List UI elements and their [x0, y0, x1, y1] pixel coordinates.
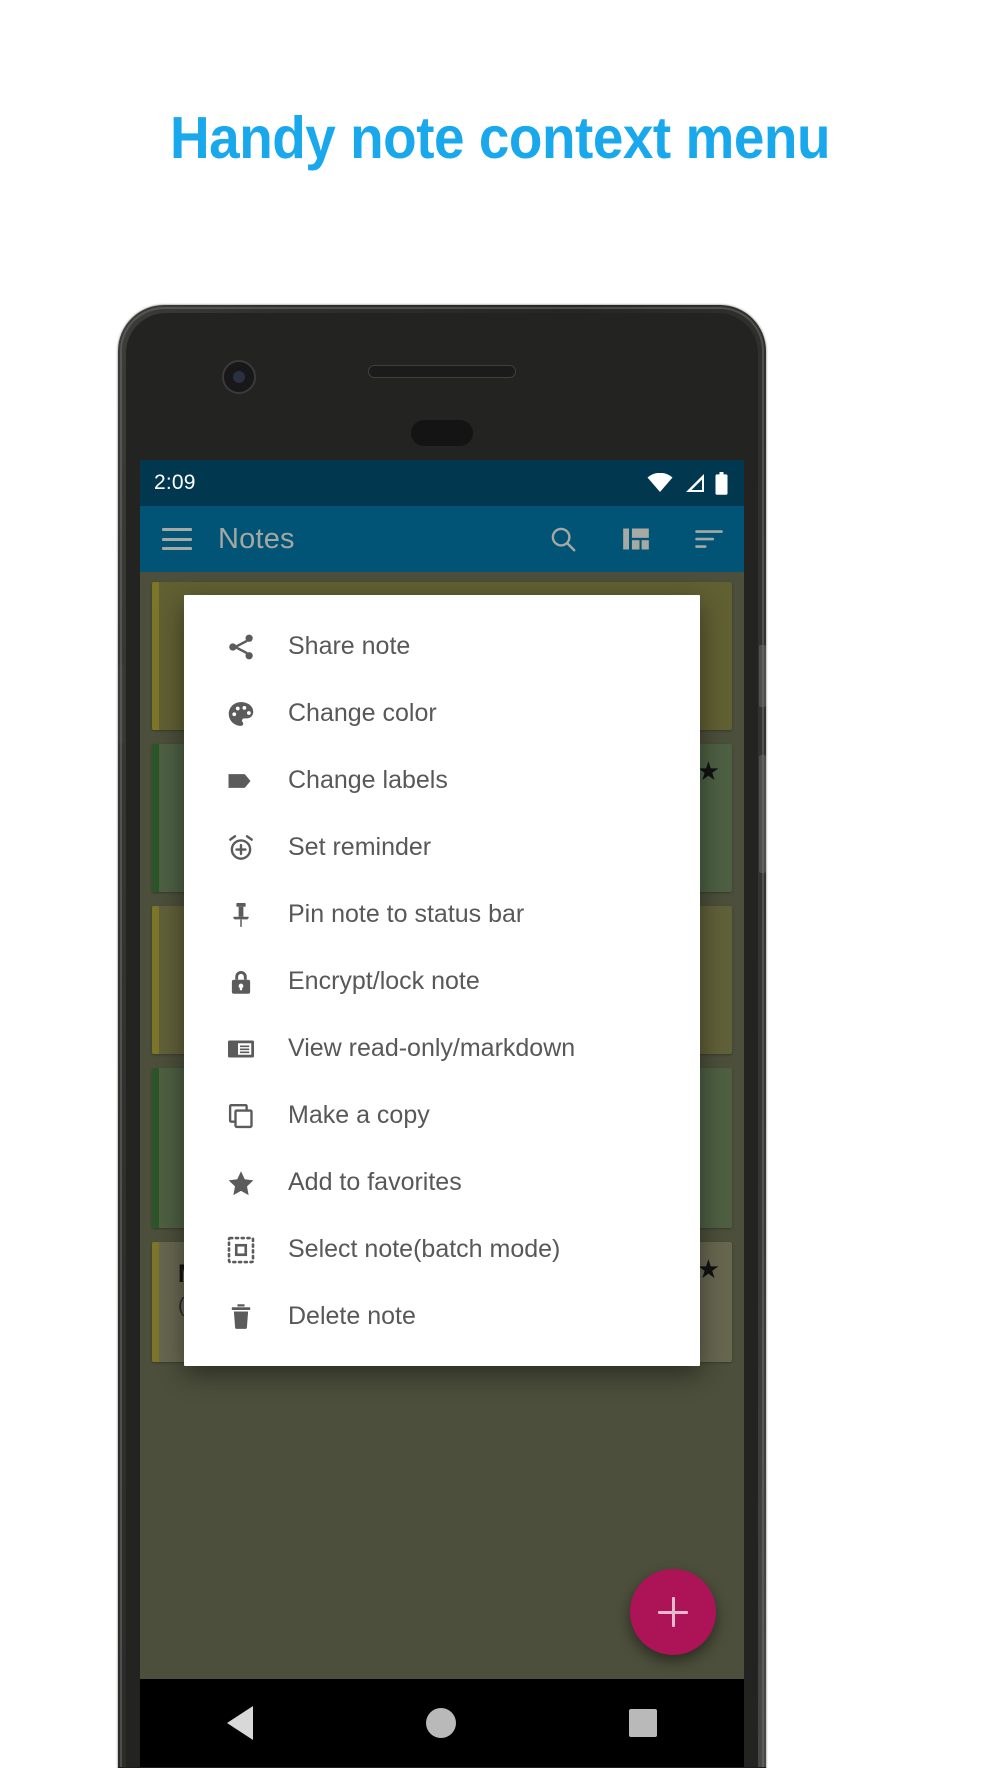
- phone-screen: 2:09 Notes ★ ★ Share note Change color C…: [140, 460, 744, 1767]
- menu-item-make-a-copy[interactable]: Make a copy: [184, 1082, 700, 1149]
- home-circle-icon[interactable]: [425, 1708, 456, 1738]
- share-icon: [222, 628, 260, 666]
- trash-icon: [222, 1298, 260, 1336]
- hamburger-menu-icon[interactable]: [162, 528, 192, 550]
- menu-item-label: View read-only/markdown: [288, 1034, 576, 1062]
- search-icon[interactable]: [548, 524, 578, 554]
- menu-item-change-color[interactable]: Change color: [184, 680, 700, 747]
- menu-item-select-note-batch-mode[interactable]: Select note(batch mode): [184, 1216, 700, 1283]
- menu-item-encrypt-lock-note[interactable]: Encrypt/lock note: [184, 948, 700, 1015]
- volume-button[interactable]: [759, 755, 766, 873]
- label-tag-icon: [222, 762, 260, 800]
- layout-grid-icon[interactable]: [622, 525, 650, 553]
- select-all-icon: [222, 1231, 260, 1269]
- add-note-fab[interactable]: [630, 1569, 716, 1655]
- menu-item-label: Select note(batch mode): [288, 1235, 561, 1263]
- menu-item-pin-note[interactable]: Pin note to status bar: [184, 881, 700, 948]
- menu-item-label: Make a copy: [288, 1101, 430, 1129]
- star-icon: [222, 1164, 260, 1202]
- palette-icon: [222, 695, 260, 733]
- status-bar-time: 2:09: [154, 471, 196, 494]
- status-bar-icons: [647, 471, 728, 495]
- menu-item-view-readonly-markdown[interactable]: View read-only/markdown: [184, 1015, 700, 1082]
- menu-item-label: Delete note: [288, 1302, 416, 1330]
- front-camera-icon: [222, 360, 256, 394]
- menu-item-share-note[interactable]: Share note: [184, 613, 700, 680]
- earpiece-speaker-icon: [368, 365, 516, 378]
- status-bar: 2:09: [140, 460, 744, 506]
- menu-item-label: Set reminder: [288, 833, 432, 861]
- battery-icon: [715, 471, 728, 495]
- menu-item-label: Share note: [288, 632, 411, 660]
- app-bar-actions: [548, 524, 724, 554]
- page-title: Handy note context menu: [169, 105, 831, 171]
- copy-icon: [222, 1097, 260, 1135]
- page-root: Handy note context menu 2:09 Notes ★ ★ S…: [0, 0, 1000, 1768]
- app-bar: Notes: [140, 506, 744, 572]
- menu-item-add-to-favorites[interactable]: Add to favorites: [184, 1149, 700, 1216]
- app-bar-title: Notes: [218, 522, 295, 555]
- sort-icon[interactable]: [694, 524, 724, 554]
- power-button[interactable]: [759, 645, 766, 707]
- menu-item-label: Pin note to status bar: [288, 900, 525, 928]
- alarm-add-icon: [222, 829, 260, 867]
- chrome-reader-icon: [222, 1030, 260, 1068]
- phone-frame: 2:09 Notes ★ ★ Share note Change color C…: [118, 305, 766, 1768]
- menu-item-label: Encrypt/lock note: [288, 967, 480, 995]
- note-context-menu: Share note Change color Change labels Se…: [184, 595, 700, 1366]
- menu-item-change-labels[interactable]: Change labels: [184, 747, 700, 814]
- menu-item-delete-note[interactable]: Delete note: [184, 1283, 700, 1350]
- back-triangle-icon[interactable]: [226, 1706, 253, 1740]
- menu-item-label: Change labels: [288, 766, 448, 794]
- cell-signal-icon: [682, 473, 706, 493]
- android-nav-bar: [140, 1679, 744, 1767]
- left-side-button[interactable]: [118, 665, 124, 743]
- menu-item-label: Change color: [288, 699, 437, 727]
- lock-icon: [222, 963, 260, 1001]
- wifi-icon: [647, 473, 673, 493]
- menu-item-set-reminder[interactable]: Set reminder: [184, 814, 700, 881]
- sensor-pill-icon: [411, 420, 473, 446]
- pin-icon: [222, 896, 260, 934]
- plus-icon: [658, 1597, 688, 1627]
- recents-square-icon[interactable]: [629, 1709, 658, 1737]
- menu-item-label: Add to favorites: [288, 1168, 462, 1196]
